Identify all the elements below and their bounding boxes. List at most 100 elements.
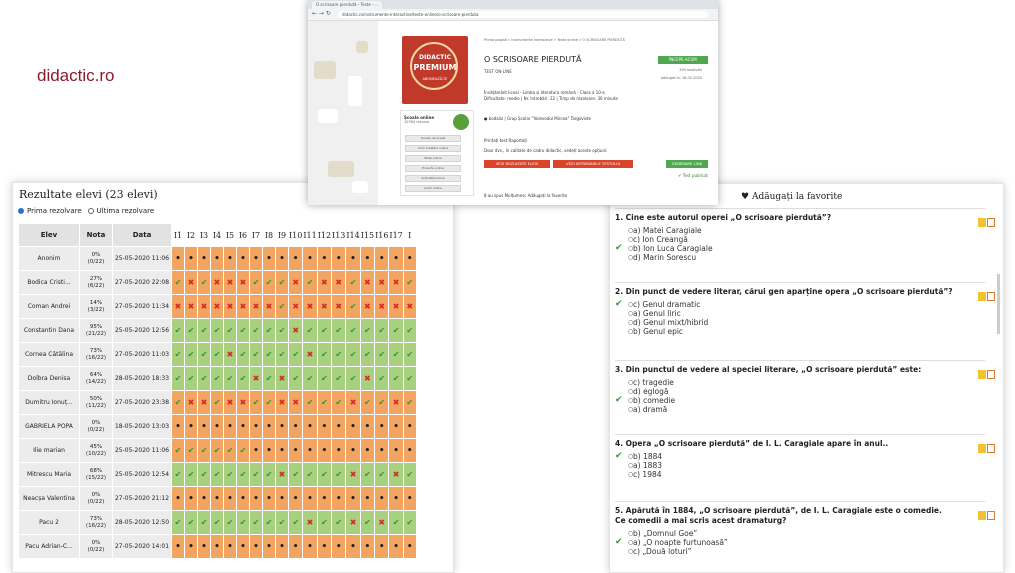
browser-tab[interactable]: O scrisoare pierdută - Teste - ... [312, 1, 382, 9]
correct-check-icon: ✔ [302, 390, 318, 415]
breadcrumb[interactable]: Prima pagină » Instrumente interactive »… [484, 38, 625, 42]
date-cell: 25-05-2020 11:06 [112, 246, 172, 271]
radio-last-attempt[interactable] [87, 208, 94, 214]
wrong-x-icon: ✖ [197, 390, 211, 415]
copy-icon[interactable] [987, 218, 995, 227]
question-column-header[interactable]: I16 [374, 223, 390, 247]
generate-link-button[interactable]: GENERARE LINK [666, 160, 708, 168]
print-report-links[interactable]: Printați test Raportați [484, 138, 527, 143]
start-now-button[interactable]: ÎNCEPE ACUM [658, 56, 708, 64]
radio-first-attempt[interactable] [18, 208, 24, 214]
student-name[interactable]: Cornea Cătălina [18, 342, 80, 367]
author-link[interactable]: ● bodaliz | Grup Școlar "Voievodul Mirce… [484, 116, 591, 121]
question-column-header[interactable]: I15 [359, 223, 376, 247]
answer-text: b) 1884 [633, 452, 663, 461]
answer-option: ○ a) 1883 [615, 461, 985, 470]
view-questions-button[interactable]: VEZI INTREBARILE TESTULUI [553, 160, 633, 168]
question-column-header[interactable]: I12 [316, 223, 333, 247]
question-column-header[interactable]: I13 [331, 223, 347, 247]
answer-list: ✔ ○ b) 1884 ○ a) 1883 ○ c) 1984 [615, 452, 985, 480]
question-column-header[interactable]: I10 [287, 223, 304, 247]
student-name[interactable]: Neacșa Valentina [18, 486, 80, 511]
answer-text: c) „Două loturi” [633, 547, 692, 556]
column-header-elev[interactable]: Elev [18, 223, 80, 247]
question-column-header[interactable]: I11 [302, 223, 318, 247]
edit-icon[interactable] [978, 511, 986, 520]
question-column-header[interactable]: I7 [249, 223, 263, 247]
student-name[interactable]: Ilie marian [18, 438, 80, 463]
correct-check-icon: ✔ [184, 510, 198, 535]
question-text: 2. Din punct de vedere literar, cărui ge… [615, 287, 953, 296]
wrong-x-icon: ✖ [236, 390, 250, 415]
view-results-button[interactable]: VEZI REZULTATE ELEVI [484, 160, 550, 168]
school-menu-button[interactable]: Școala de acasă [405, 135, 461, 142]
unanswered-dot-icon: • [197, 534, 211, 559]
question-column-header[interactable]: I3 [197, 223, 211, 247]
copy-icon[interactable] [987, 370, 995, 379]
date-cell: 27-05-2020 14:01 [112, 534, 172, 559]
student-name[interactable]: Constantin Dana [18, 318, 80, 343]
question-actions [977, 505, 997, 520]
question-column-header[interactable]: I14 [345, 223, 361, 247]
column-header-data[interactable]: Data [112, 223, 172, 247]
column-header-nota[interactable]: Nota [79, 223, 113, 247]
author-text: bodaliz | Grup Școlar "Voievodul Mircea"… [488, 116, 592, 121]
student-name[interactable]: GABRIELA POPA [18, 414, 80, 439]
test-title: O SCRISOARE PIERDUTĂ [484, 55, 582, 64]
correct-check-icon: ✔ [402, 342, 417, 367]
unanswered-dot-icon: • [388, 414, 404, 439]
student-name[interactable]: Pacu 2 [18, 510, 80, 535]
date-cell: 18-05-2020 13:03 [112, 414, 172, 439]
school-menu-button[interactable]: Teste online [405, 155, 461, 162]
student-name[interactable]: Mitrescu Maria [18, 462, 80, 487]
question-column-header[interactable]: I1 [171, 223, 185, 247]
grade-cell: 50% (11/22) [79, 390, 113, 415]
student-name[interactable]: Coman Andrei [18, 294, 80, 319]
unanswered-dot-icon: • [316, 414, 333, 439]
correct-check-icon: ✔ [223, 366, 237, 391]
student-name[interactable]: Dolbra Denisa [18, 366, 80, 391]
bullet-icon: ○ [628, 379, 634, 386]
site-logo[interactable]: didactic.ro [37, 66, 114, 86]
test-details: Prima pagină » Instrumente interactive »… [484, 32, 714, 202]
school-menu-button[interactable]: Cum învățăm online [405, 145, 461, 152]
scrollbar[interactable] [997, 274, 1000, 334]
question-item: 4. Opera „O scrisoare pierdută” de I. L.… [615, 434, 995, 480]
school-menu-button[interactable]: Activități online [405, 175, 461, 182]
url-field[interactable]: didactic.ro/instrumente-interactive/test… [338, 11, 708, 18]
student-name[interactable]: Anonim [18, 246, 80, 271]
answer-option: ○ c) „Două loturi” [615, 547, 985, 556]
question-text: 1. Cine este autorul operei „O scrisoare… [615, 213, 832, 222]
copy-icon[interactable] [987, 511, 995, 520]
question-column-header[interactable]: I9 [275, 223, 289, 247]
question-column-header[interactable]: I6 [236, 223, 250, 247]
student-name[interactable]: Bodica Cristi... [18, 270, 80, 295]
question-column-header[interactable]: I4 [210, 223, 224, 247]
question-column-header[interactable]: I17 [388, 223, 404, 247]
correct-check-icon: ✔ [249, 510, 263, 535]
unanswered-dot-icon: • [262, 534, 276, 559]
question-column-header[interactable]: I5 [223, 223, 237, 247]
unanswered-dot-icon: • [402, 486, 417, 511]
copy-icon[interactable] [987, 292, 995, 301]
add-favorite-link[interactable]: ♥ Adăugați la favorite [741, 192, 842, 202]
question-column-header[interactable]: I2 [184, 223, 198, 247]
question-column-header[interactable]: I [402, 223, 417, 247]
answer-text: b) comedie [633, 396, 676, 405]
copy-icon[interactable] [987, 444, 995, 453]
school-menu-button[interactable]: Lecții online [405, 185, 461, 192]
student-name[interactable]: Pacu Adrian-C... [18, 534, 80, 559]
wrong-x-icon: ✖ [236, 294, 250, 319]
premium-badge[interactable]: DIDACTIC PREMIUM ABONEAZĂ-TE [402, 36, 468, 104]
wrong-x-icon: ✖ [275, 390, 289, 415]
footer-actions[interactable]: 8 au spus Mulțumesc Adăugați la favorite [484, 193, 567, 198]
unanswered-dot-icon: • [388, 486, 404, 511]
student-name[interactable]: Dumitru Ionuț... [18, 390, 80, 415]
school-menu-button[interactable]: Proiecte online [405, 165, 461, 172]
question-column-header[interactable]: I8 [262, 223, 276, 247]
nav-arrows-icon[interactable]: ← → ↻ [312, 10, 331, 17]
unanswered-dot-icon: • [359, 534, 376, 559]
unanswered-dot-icon: • [287, 438, 304, 463]
answer-text: a) dramă [633, 405, 668, 414]
correct-check-icon: ✔ [302, 462, 318, 487]
